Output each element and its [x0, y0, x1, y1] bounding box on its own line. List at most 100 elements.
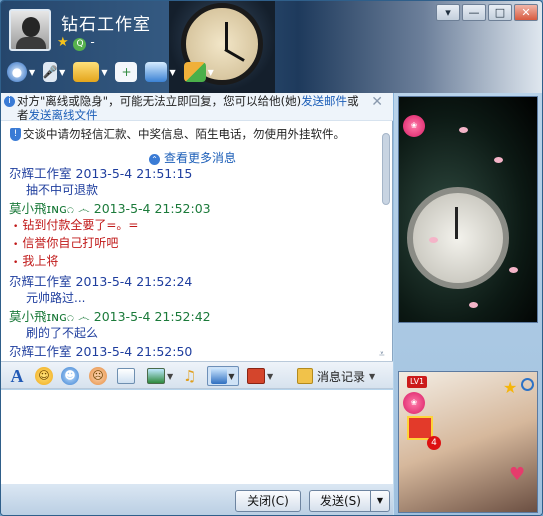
status-row: ★ Q -: [57, 35, 95, 51]
folder-icon: [73, 62, 100, 82]
message-list: 尕辉工作室 2013-5-4 21:51:15 抽不中可退款 莫小飛ɪɴɢ೧ ෴ 2…: [1, 165, 379, 361]
chevron-down-icon: ▼: [207, 67, 214, 77]
pocket-watch-image: [407, 187, 509, 289]
message-input[interactable]: [1, 390, 393, 484]
sender-name[interactable]: 尕辉工作室: [9, 166, 72, 181]
message-history-button[interactable]: 消息记录 ▼: [297, 366, 375, 386]
message-text-content: 钻到付款全要了=。=: [22, 218, 139, 232]
bullet-icon: •: [13, 222, 19, 232]
monitor-icon: [145, 62, 168, 82]
offline-notice-text: 对方"离线或隐身"，可能无法立即回复，您可以给他(她): [17, 94, 302, 108]
message-sender-line: 莫小飛ɪɴɢ೧ ෴ 2013-5-4 21:52:03: [1, 200, 379, 217]
remote-assist-button[interactable]: ▼: [145, 59, 176, 85]
gift-box-icon[interactable]: ▼: [247, 366, 273, 386]
chevron-down-icon: ▼: [369, 371, 376, 381]
chat-bubble-icon: +: [115, 62, 138, 82]
zoom-icon[interactable]: [521, 378, 534, 391]
qzone-icon[interactable]: Q: [73, 38, 87, 51]
message-time: 2013-5-4 21:52:03: [93, 201, 211, 216]
header: 钻石工作室 ★ Q - ▾ — □ ✕ ● ▼ 🎤 ▼ ▼ + ▼ ▼: [1, 1, 542, 93]
remote-icon[interactable]: ▼: [207, 366, 239, 386]
message-history-label: 消息记录: [317, 369, 366, 384]
message-item: 尕辉工作室 2013-5-4 21:51:15 抽不中可退款: [1, 165, 379, 198]
message-text-content: 我上将: [22, 254, 59, 268]
message-time: 2013-5-4 21:52:24: [75, 274, 193, 289]
font-icon[interactable]: A: [7, 366, 27, 386]
message-item: 尕辉工作室 2013-5-4 21:52:50不信 你可以刷人抽: [1, 343, 379, 361]
minimize-button[interactable]: —: [462, 4, 486, 21]
chevron-down-icon: ▼: [29, 67, 36, 77]
shake-icon[interactable]: ☹: [89, 366, 107, 386]
send-email-link[interactable]: 发送邮件: [301, 94, 347, 108]
more-history-label: 查看更多消息: [164, 151, 237, 165]
bullet-icon: •: [13, 240, 19, 250]
show-badge-icon: ❀: [403, 392, 425, 414]
group-chat-button[interactable]: +: [115, 59, 138, 85]
maximize-button[interactable]: □: [488, 4, 512, 21]
message-sender-line: 尕辉工作室 2013-5-4 21:52:50: [1, 343, 379, 360]
message-text-content: 刷的了不起么: [26, 326, 99, 340]
my-show-image[interactable]: LV1 ❀ 4 ★ ♥: [398, 371, 538, 513]
scrollbar-thumb[interactable]: [382, 133, 390, 205]
window-title: 钻石工作室: [61, 15, 151, 35]
screenshot-icon[interactable]: ▼: [147, 366, 173, 386]
message-text: • 信誉你自己打听吧: [1, 235, 379, 253]
magic-face-icon[interactable]: ☻: [61, 366, 79, 386]
resize-grip-icon[interactable]: ⩡: [379, 349, 385, 360]
message-time: 2013-5-4 21:52:50: [75, 344, 193, 359]
video-call-button[interactable]: ● ▼: [7, 59, 35, 85]
offline-notice: i 对方"离线或隐身"，可能无法立即回复，您可以给他(她)发送邮件或者发送离线文…: [1, 93, 393, 122]
send-options-button[interactable]: ▼: [370, 490, 390, 512]
message-text: • 我上将: [1, 253, 379, 271]
message-time: 2013-5-4 21:52:42: [93, 309, 211, 324]
send-file-button[interactable]: ▼: [73, 59, 107, 85]
close-button[interactable]: 关闭(C): [235, 490, 301, 512]
safety-notice: ! 交谈中请勿轻信汇款、中奖信息、陌生电话，勿使用外挂软件。: [1, 125, 386, 147]
close-icon[interactable]: ✕: [371, 95, 383, 109]
message-item: 莫小飛ɪɴɢ೧ ෴ 2013-5-4 21:52:42 刷的了不起么: [1, 308, 379, 341]
message-text: 刷的了不起么: [1, 325, 379, 341]
safety-notice-text: 交谈中请勿轻信汇款、中奖信息、陌生电话，勿使用外挂软件。: [23, 127, 345, 141]
voice-call-button[interactable]: 🎤 ▼: [43, 59, 65, 85]
handwriting-icon[interactable]: [117, 366, 135, 386]
sender-name[interactable]: 尕辉工作室: [9, 274, 72, 289]
music-icon[interactable]: ♫: [183, 366, 196, 386]
bullet-icon: •: [13, 258, 19, 268]
send-button[interactable]: 发送(S): [309, 490, 371, 512]
input-toolbar: A ☺ ☻ ☹ ▼ ♫ ▼ ▼ 消息记录 ▼: [1, 361, 393, 389]
message-text: • 钻到付款全要了=。=: [1, 217, 379, 235]
send-offline-file-link[interactable]: 发送离线文件: [29, 108, 98, 122]
microphone-icon: 🎤: [43, 62, 58, 82]
bottom-bar: 关闭(C) 发送(S) ▼: [1, 484, 393, 515]
message-sender-line: 尕辉工作室 2013-5-4 21:51:15: [1, 165, 379, 182]
more-history-link[interactable]: ⌃ 查看更多消息: [149, 149, 236, 166]
top-toolbar: ● ▼ 🎤 ▼ ▼ + ▼ ▼: [7, 59, 214, 85]
message-text-content: 抽不中可退款: [26, 183, 99, 197]
chat-window: 钻石工作室 ★ Q - ▾ — □ ✕ ● ▼ 🎤 ▼ ▼ + ▼ ▼ i 对方…: [0, 0, 543, 516]
message-text: 元帅路过...: [1, 290, 379, 306]
menu-button[interactable]: ▾: [436, 4, 460, 21]
shield-icon: !: [10, 128, 21, 141]
heart-icon: ♥: [509, 464, 526, 485]
star-icon[interactable]: ★: [57, 35, 69, 50]
message-item: 莫小飛ɪɴɢ೧ ෴ 2013-5-4 21:52:03 • 钻到付款全要了=。= • 信…: [1, 200, 379, 271]
camera-icon: ●: [7, 62, 27, 82]
history-icon: [297, 368, 313, 384]
apps-button[interactable]: ▼: [183, 59, 214, 85]
message-item: 尕辉工作室 2013-5-4 21:52:24 元帅路过...: [1, 273, 379, 306]
close-window-button[interactable]: ✕: [514, 4, 538, 21]
message-text-content: 元帅路过...: [26, 291, 86, 305]
chevron-down-icon: ▼: [101, 67, 108, 77]
contact-show-image[interactable]: ❀: [398, 96, 538, 323]
apps-grid-icon: [183, 62, 206, 82]
sender-name[interactable]: 莫小飛ɪɴɢ೧ ෴: [9, 309, 90, 324]
smiley-icon[interactable]: ☺: [35, 366, 53, 386]
chevron-down-icon: ▼: [169, 67, 176, 77]
message-time: 2013-5-4 21:51:15: [75, 166, 193, 181]
gift-count: 4: [427, 436, 441, 450]
sender-name[interactable]: 莫小飛ɪɴɢ೧ ෴: [9, 201, 90, 216]
sender-name[interactable]: 尕辉工作室: [9, 344, 72, 359]
star-add-icon[interactable]: ★: [503, 378, 517, 397]
avatar[interactable]: [9, 9, 51, 51]
status-dash: -: [90, 35, 95, 49]
